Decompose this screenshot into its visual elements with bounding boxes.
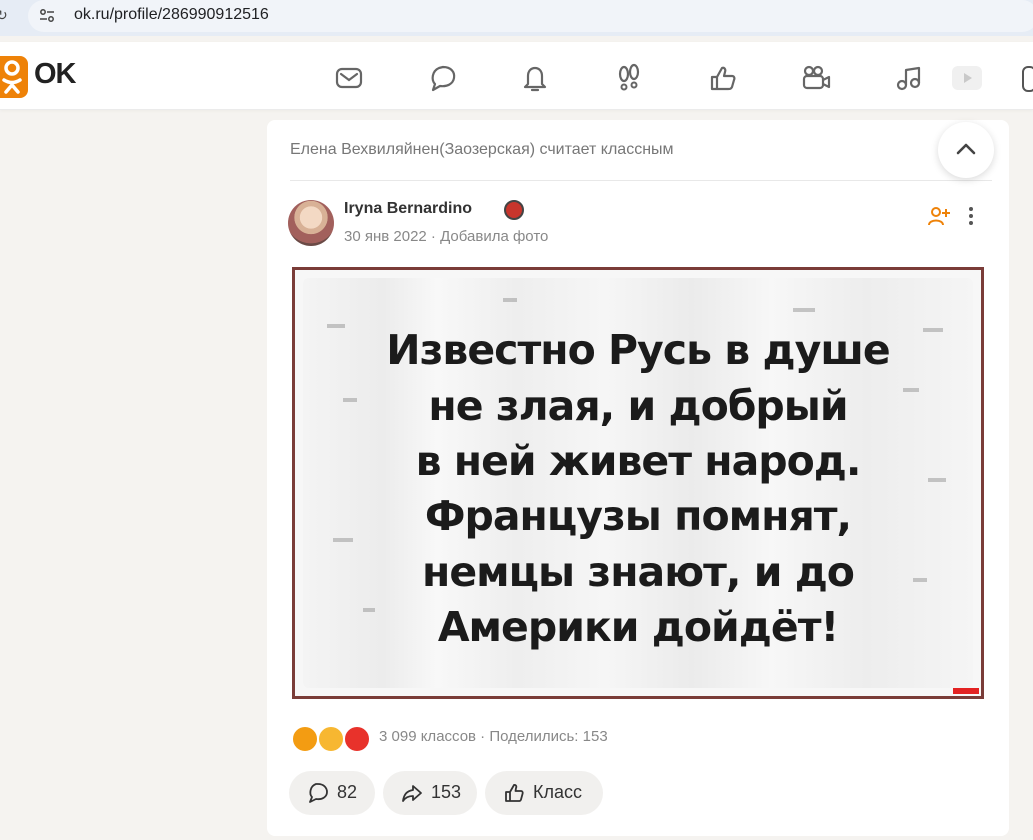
like-button[interactable]: Класс [485,771,603,815]
reaction-icons[interactable] [291,725,381,755]
mail-icon[interactable] [333,62,365,94]
image-text-line: Известно Русь в душе [386,326,890,374]
birch-mark [793,308,815,312]
image-text-line: Америки дойдёт! [437,603,839,651]
laughing-reaction-icon [317,725,345,753]
author-name[interactable]: Iryna Bernardino [344,200,472,218]
shares-count: 153 [431,782,462,802]
author-avatar[interactable] [288,200,334,246]
url-text[interactable]: ok.ru/profile/286990912516 [74,6,269,24]
comments-button[interactable]: 82 [289,771,375,815]
image-text-line: не злая, и добрый [428,382,848,430]
site-settings-icon[interactable] [38,7,56,25]
video-camera-icon[interactable] [800,62,832,94]
chevron-up-icon [956,143,976,155]
bell-icon[interactable] [519,62,551,94]
image-text-line: немцы знают, и до [422,548,855,596]
watermark-mark [953,688,979,694]
thumbs-up-icon [505,784,524,802]
browser-address-bar: ↻ ok.ru/profile/286990912516 [0,0,1033,36]
like-label: Класс [533,782,582,802]
share-button[interactable]: 153 [383,771,477,815]
scroll-up-button[interactable] [938,122,994,178]
gift-badge-icon[interactable] [504,200,524,220]
more-nav-icon[interactable] [1022,66,1033,92]
image-text-line: в ней живет народ. [415,437,862,485]
more-menu-icon[interactable] [961,204,981,228]
thumbs-up-icon[interactable] [707,62,739,94]
play-icon[interactable] [951,62,983,94]
logo-text[interactable]: OK [34,58,76,91]
divider [290,180,992,181]
image-text-line: Французы помнят, [424,492,852,540]
thumbs-up-reaction-icon [291,725,319,753]
comments-count: 82 [337,782,358,802]
reactions-summary[interactable]: 3 099 классов · Поделились: 153 [379,728,608,745]
reload-icon[interactable]: ↻ [0,7,8,24]
rock-reaction-icon [343,725,371,753]
site-header: OK [0,42,1033,110]
feed-card: Елена Вехвиляйнен(Заозерская) считает кл… [267,120,1009,836]
add-friend-icon[interactable] [927,204,951,228]
post-meta: 30 янв 2022 · Добавила фото [344,228,549,245]
activity-title[interactable]: Елена Вехвиляйнен(Заозерская) считает кл… [290,141,674,159]
birch-mark [503,298,517,302]
music-note-icon[interactable] [893,62,925,94]
share-arrow-icon [402,785,422,802]
url-field[interactable]: ok.ru/profile/286990912516 [28,0,1033,32]
footprints-icon[interactable] [613,62,645,94]
comment-icon [309,783,328,803]
ok-logo-icon[interactable] [0,56,28,98]
chat-bubble-icon[interactable] [427,62,459,94]
post-image[interactable]: Известно Русь в душе не злая, и добрый в… [292,267,984,699]
